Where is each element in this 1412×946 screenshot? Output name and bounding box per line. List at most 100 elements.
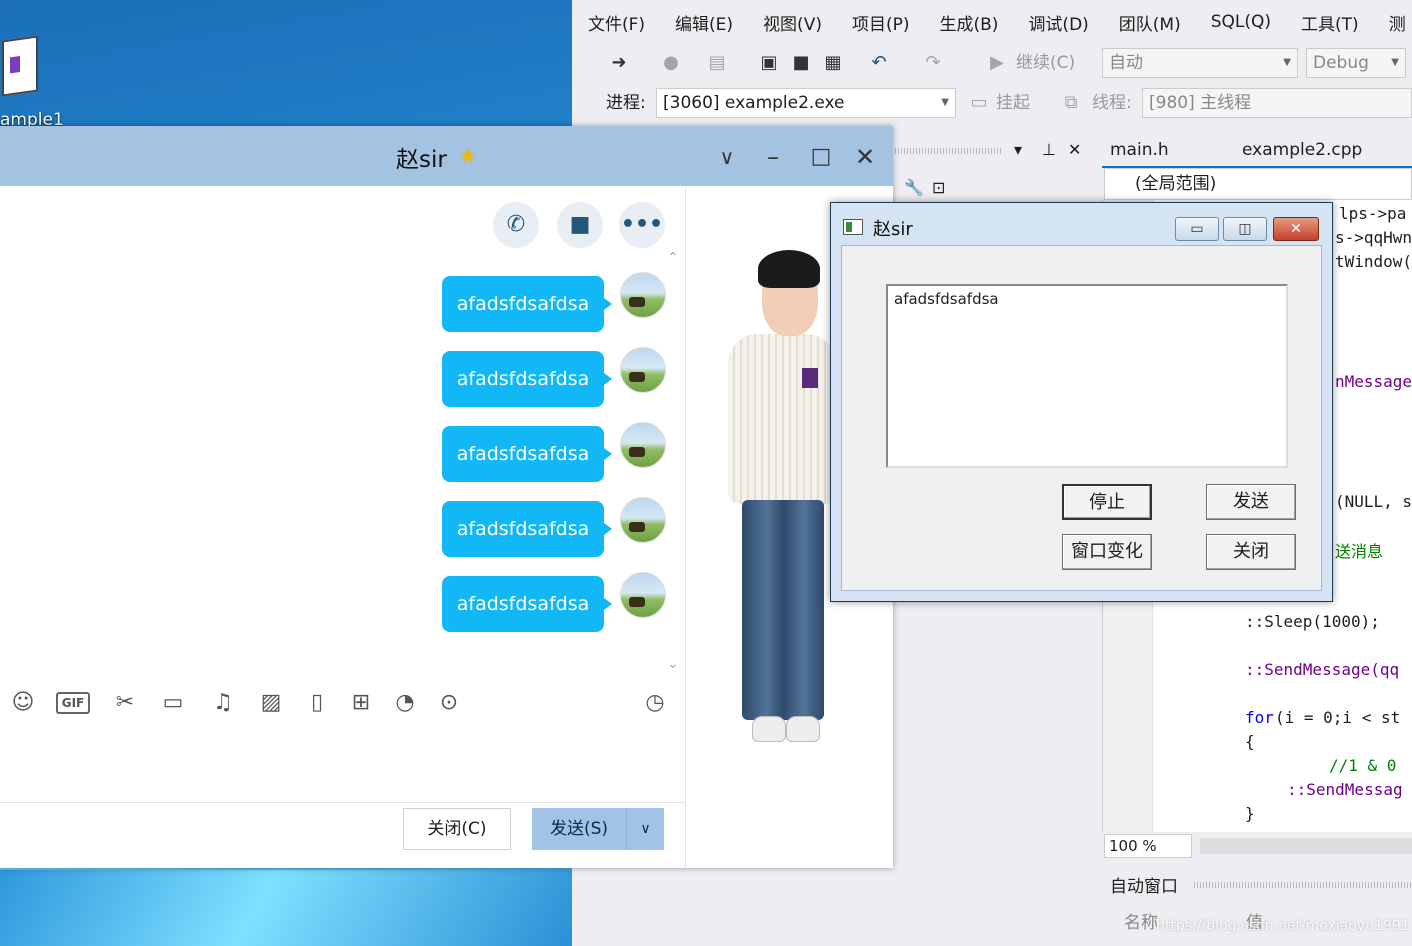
video-call-icon[interactable]: ■ [557,202,603,248]
qq-close-button[interactable]: 关闭(C) [403,808,511,850]
thread-label: 线程: [1092,93,1132,113]
message-bubble[interactable]: afadsfdsafdsa [442,426,612,482]
menu-view[interactable]: 视图(V) [763,10,822,35]
class-view-icon[interactable]: ⊡ [932,178,945,197]
send-button[interactable]: 发送 [1206,484,1296,520]
resize-window-button[interactable]: 窗口变化 [1062,534,1152,570]
undo-icon[interactable]: ↶ [868,52,890,74]
avatar[interactable] [620,497,666,543]
scroll-down-icon[interactable]: ⌄ [667,656,679,672]
code-brace-open: { [1245,732,1255,751]
qq-send-button[interactable]: 发送(S) ∨ [532,808,664,850]
folder-icon[interactable]: ▭ [158,688,188,718]
red-packet-icon[interactable]: ⊞ [346,688,376,718]
scope-value: (全局范围) [1135,174,1217,194]
avatar[interactable] [620,272,666,318]
minimize-button[interactable]: ▭ [1175,217,1219,241]
history-clock-icon[interactable]: ◷ [640,688,670,718]
redo-icon[interactable]: ↷ [922,52,944,74]
minimize-button[interactable]: – [758,142,788,172]
menu-edit[interactable]: 编辑(E) [675,10,733,35]
message-edit-box[interactable]: afadsfdsafdsa [886,284,1288,468]
stop-button[interactable]: 停止 [1062,484,1152,520]
zoom-dropdown[interactable]: 100 % [1104,834,1192,858]
menu-test[interactable]: 测 [1389,10,1406,35]
navigate-forward-icon[interactable]: ● [660,52,682,74]
vs-standard-toolbar: ➜ ● ▤ ▣ ■ ▦ ↶ ↷ ▶ 继续(C) 自动 ▼ Debug ▼ [572,44,1412,82]
shake-icon[interactable]: ▯ [302,688,332,718]
horizontal-scrollbar[interactable] [1200,838,1412,854]
close-button[interactable]: ✕ [850,142,880,172]
dialog-title: 赵sir [873,219,913,240]
dialog-titlebar[interactable]: 赵sir ▭ ◫ ✕ [831,203,1332,243]
save-icon[interactable]: ■ [790,52,812,74]
code-fragment: (NULL, sz [1335,492,1412,511]
menu-build[interactable]: 生成(B) [940,10,999,35]
gif-icon[interactable]: GIF [56,692,90,714]
suspend-label[interactable]: 挂起 [996,92,1030,114]
build-config-dropdown[interactable]: Debug ▼ [1306,48,1406,78]
navigate-back-icon[interactable]: ➜ [608,52,630,74]
figure-hair [758,250,820,288]
thread-dropdown[interactable]: [980] 主线程 [1142,88,1412,118]
message-bubble[interactable]: afadsfdsafdsa [442,351,612,407]
maximize-button[interactable]: □ [806,142,836,172]
avatar[interactable] [620,422,666,468]
more-icon[interactable]: ••• [619,202,665,248]
menu-project[interactable]: 项目(P) [852,10,910,35]
menu-file[interactable]: 文件(F) [588,10,645,35]
emoji-icon[interactable]: ☺ [8,688,38,718]
panel-dropdown-icon[interactable]: ▾ [1014,140,1022,159]
save-all-icon[interactable]: ▦ [822,52,844,74]
wrench-icon[interactable]: 🔧 [904,178,924,197]
new-project-icon[interactable]: ▤ [706,52,728,74]
code-line-sleep: ::Sleep(1000); [1245,612,1380,631]
vs-debug-location-toolbar: 进程: [3060] example2.exe ▼ ▭ 挂起 ⧉ 线程: [98… [572,84,1412,122]
desktop-icon-example1[interactable] [0,35,44,102]
scroll-up-icon[interactable]: ⌃ [667,250,679,266]
code-line-sendmessage: ::SendMessage(qq [1245,660,1400,679]
message-bubble[interactable]: afadsfdsafdsa [442,576,612,632]
scope-dropdown[interactable]: (全局范围) [1104,168,1412,200]
vip-star-icon: ★ [458,144,478,169]
dialog-close-button[interactable]: 关闭 [1206,534,1296,570]
open-file-icon[interactable]: ▣ [758,52,780,74]
more-tools-icon[interactable]: ⊙ [434,688,464,718]
restore-button[interactable]: ◫ [1223,217,1267,241]
message-bubble[interactable]: afadsfdsafdsa [442,501,612,557]
message-bubble[interactable]: afadsfdsafdsa [442,276,612,332]
qq-panel-divider [685,186,686,868]
desktop-wallpaper-glow [0,870,575,946]
scissors-icon[interactable]: ✂ [110,688,140,718]
tab-example2-cpp[interactable]: example2.cpp [1242,140,1362,160]
pin-icon[interactable]: ⊥ [1042,140,1056,159]
voice-icon[interactable]: ◔ [390,688,420,718]
tab-main-h[interactable]: main.h [1110,140,1169,160]
toolbar-divider [0,802,686,803]
phone-icon[interactable]: ✆ [493,202,539,248]
menu-team[interactable]: 团队(M) [1119,10,1181,35]
continue-play-icon[interactable]: ▶ [986,52,1008,74]
chevron-down-icon[interactable]: ∨ [626,808,664,850]
suspend-icon[interactable]: ▭ [968,92,990,114]
chevron-down-icon[interactable]: ∨ [712,142,742,172]
solution-config-dropdown[interactable]: 自动 ▼ [1102,48,1298,78]
column-name[interactable]: 名称 [1124,908,1158,933]
avatar[interactable] [620,572,666,618]
image-icon[interactable]: ▨ [256,688,286,718]
process-label: 进程: [606,93,646,113]
qq-show-avatar-figure [722,250,842,750]
continue-label[interactable]: 继续(C) [1016,52,1075,74]
avatar[interactable] [620,347,666,393]
music-sticker-icon[interactable]: ♫ [208,688,238,718]
qq-titlebar[interactable]: 赵sir ★ ∨ – □ ✕ [0,126,893,186]
qq-chat-window: 赵sir ★ ∨ – □ ✕ ✆ ■ ••• ⌃ afadsfdsafdsa a… [0,126,893,868]
close-button[interactable]: ✕ [1273,217,1319,241]
panel-grip [1194,882,1412,888]
chevron-down-icon: ▼ [941,97,949,108]
menu-debug[interactable]: 调试(D) [1028,10,1088,35]
menu-sql[interactable]: SQL(Q) [1211,12,1271,32]
process-dropdown[interactable]: [3060] example2.exe ▼ [656,88,956,118]
close-panel-icon[interactable]: ✕ [1068,140,1081,159]
menu-tools[interactable]: 工具(T) [1301,10,1359,35]
